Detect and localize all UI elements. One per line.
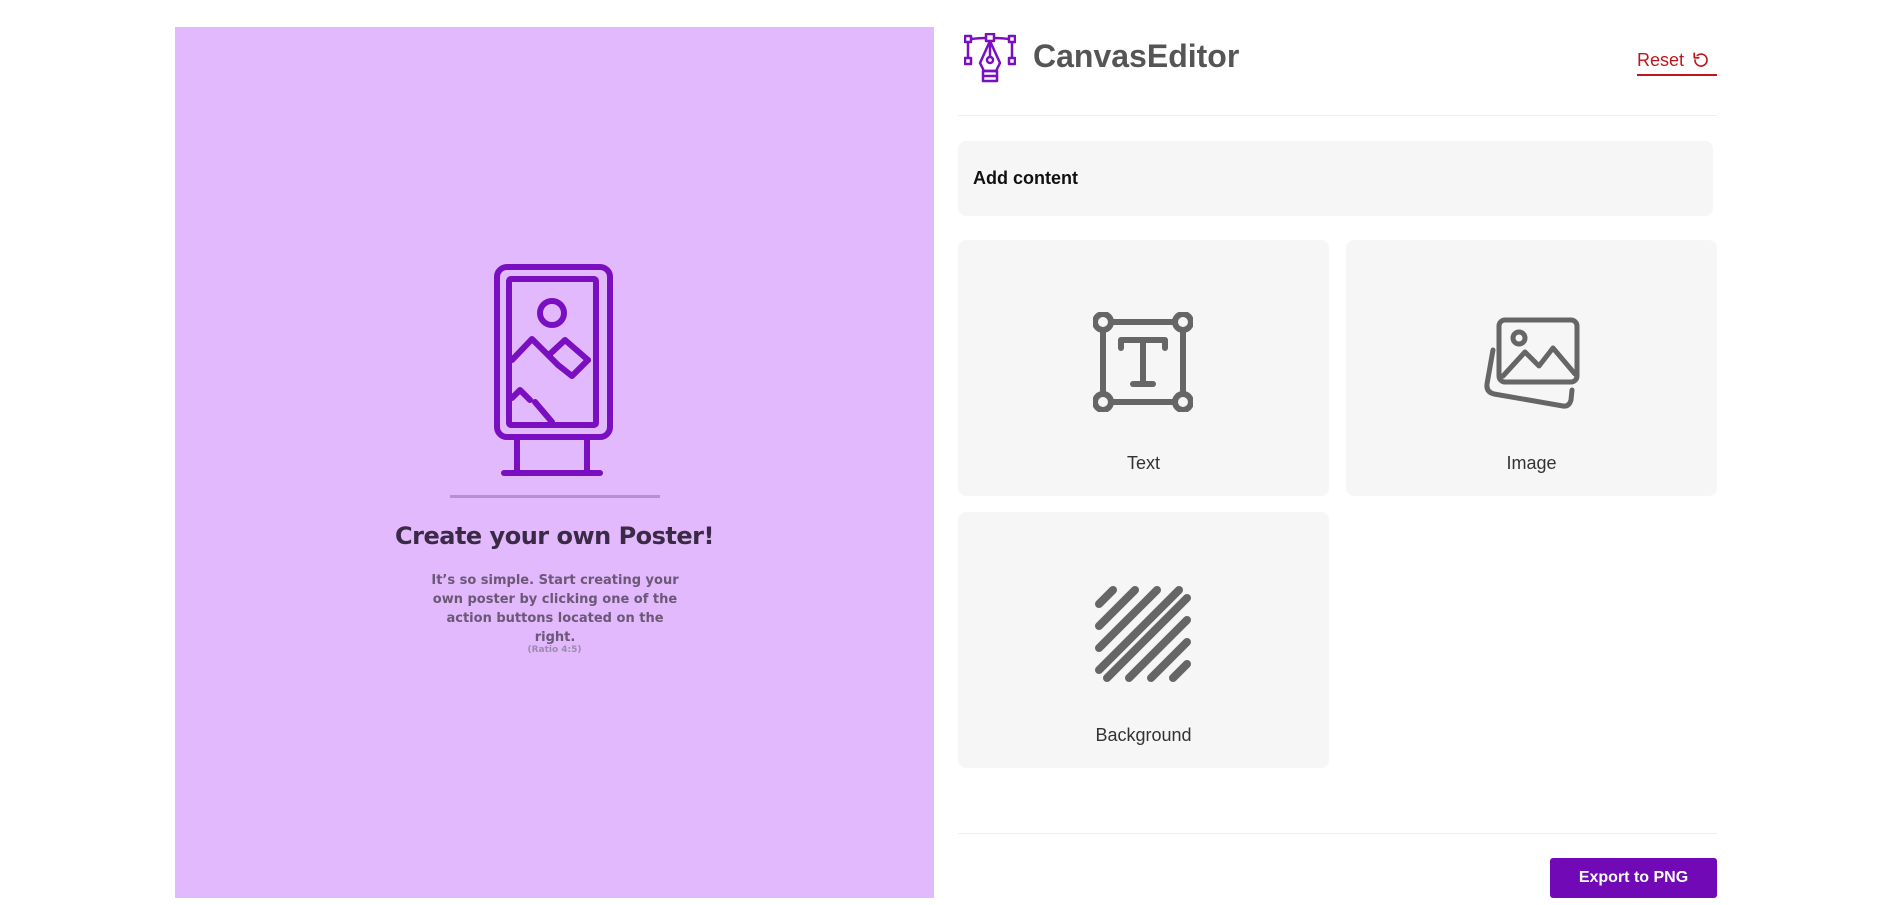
export-label: Export to PNG — [1578, 869, 1689, 886]
poster-title: Create your own Poster! — [395, 522, 714, 550]
tile-label-background: Background — [1095, 725, 1192, 745]
header-divider — [958, 115, 1717, 116]
stripes-icon — [1095, 586, 1191, 682]
set-background-button[interactable]: Background — [958, 512, 1329, 768]
export-png-button[interactable]: Export to PNG — [1550, 858, 1717, 898]
footer-divider — [958, 833, 1717, 834]
tile-label-text: Text — [1126, 453, 1160, 473]
reset-button[interactable]: Reset — [1637, 46, 1717, 76]
app-title: CanvasEditor — [1033, 38, 1240, 74]
tile-label-image: Image — [1506, 453, 1557, 473]
poster-stand-icon — [494, 264, 613, 476]
poster-ratio: (Ratio 4:5) — [527, 645, 582, 655]
add-image-button[interactable]: Image — [1346, 240, 1717, 496]
images-icon — [1484, 317, 1580, 409]
add-content-header: Add content — [958, 141, 1713, 216]
section-title: Add content — [973, 168, 1078, 188]
poster-divider — [450, 495, 660, 498]
poster-description: It’s so simple. Start creating your own … — [431, 573, 679, 645]
add-text-button[interactable]: Text — [958, 240, 1329, 496]
pen-tool-icon — [964, 33, 1016, 83]
text-box-icon — [1093, 312, 1193, 412]
rotate-ccw-icon — [1693, 52, 1708, 67]
reset-label: Reset — [1637, 49, 1685, 70]
